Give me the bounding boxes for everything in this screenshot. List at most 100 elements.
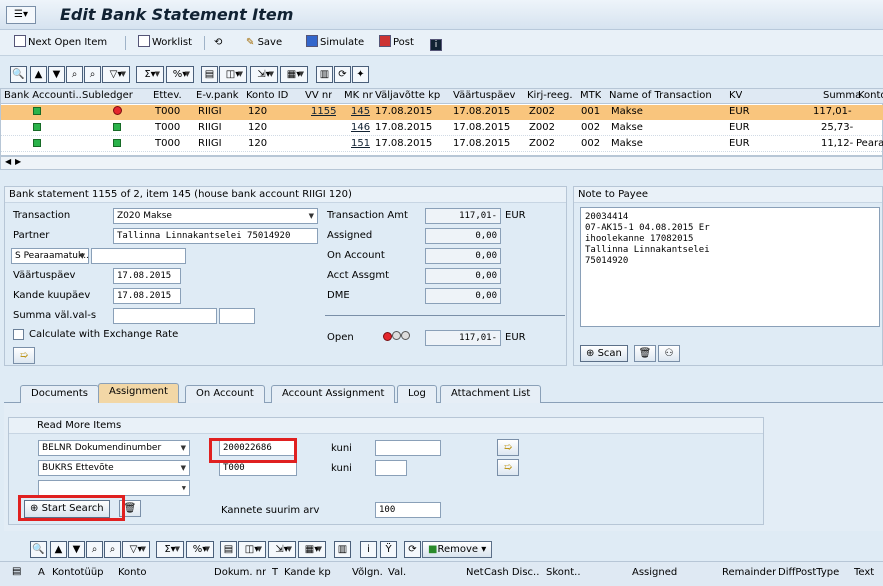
find-next-icon[interactable]: ⌕ [104,541,121,558]
column-header[interactable]: Val. [388,567,406,578]
subtotal-icon[interactable]: %▾ [186,541,214,558]
next-open-item-button[interactable]: Next Open Item [14,35,107,51]
layout-icon[interactable]: ▦▾ [298,541,326,558]
tab-log[interactable]: Log [397,385,437,403]
column-header[interactable]: E-v.pank [196,90,239,101]
value-date-field[interactable]: 17.08.2015 [113,268,181,284]
tab-documents[interactable]: Documents [20,385,100,403]
column-header[interactable]: Võlgn. [352,567,383,578]
tab-account-assignment[interactable]: Account Assignment [271,385,396,403]
column-header[interactable]: Name of Transaction [609,90,712,101]
column-header[interactable]: Kande kp [284,567,331,578]
table-row[interactable]: T000 RIIGI 120 146 17.08.2015 17.08.2015… [1,121,883,136]
column-header[interactable]: Dokum. nr [214,567,266,578]
sort-asc-icon[interactable]: ▲ [30,66,47,83]
find-icon[interactable]: ⌕ [86,541,103,558]
exchange-rate-checkbox[interactable] [13,329,24,340]
find-icon[interactable]: ⌕ [66,66,83,83]
column-header[interactable]: MK nr [344,90,373,101]
sum-icon[interactable]: Σ▾ [136,66,164,83]
cell-mk-link[interactable]: 151 [351,138,370,149]
note-text-area[interactable]: 20034414 07-AK15-1 04.08.2015 Er ihoolek… [580,207,880,327]
field3-dropdown[interactable] [38,480,190,496]
foreign-currency-field[interactable] [219,308,255,324]
find-next-icon[interactable]: ⌕ [84,66,101,83]
details-icon[interactable]: 🔍 [10,66,27,83]
menu-icon[interactable]: ☰▾ [6,6,36,24]
export-icon[interactable]: ⇲▾ [250,66,278,83]
view-icon[interactable]: ◫▾ [238,541,266,558]
table-row[interactable]: T000 RIIGI 120 1155 145 17.08.2015 17.08… [1,105,883,120]
view-icon[interactable]: ◫▾ [219,66,247,83]
column-header[interactable]: Assigned [632,567,677,578]
layout-icon[interactable]: ▦▾ [280,66,308,83]
cell-mk-link[interactable]: 145 [351,106,370,117]
document-number-to-field[interactable] [375,440,441,456]
column-header[interactable]: T [272,567,278,578]
horizontal-scrollbar[interactable]: ◀ ▶ [0,156,883,170]
sort-desc-icon[interactable]: ▼ [68,541,85,558]
history-button[interactable]: ⟲ [214,35,222,51]
assign-arrow-icon[interactable]: ➯ [13,347,35,364]
tab-on-account[interactable]: On Account [185,385,265,403]
scroll-left-icon[interactable]: ◀ [5,157,11,166]
column-header[interactable]: Konto ID [246,90,288,101]
sort-desc-icon[interactable]: ▼ [48,66,65,83]
translate-icon[interactable]: ⚇ [658,345,680,362]
column-header[interactable]: VV nr [305,90,332,101]
settings-icon[interactable]: ✦ [352,66,369,83]
column-header[interactable]: Cash Disc.. [484,567,539,578]
sort-asc-icon[interactable]: ▲ [50,541,67,558]
column-header[interactable]: Väärtuspäev [453,90,515,101]
print-icon[interactable]: ▤ [201,66,218,83]
cell-vv-link[interactable]: 1155 [311,106,336,117]
subtotal-icon[interactable]: %▾ [166,66,194,83]
column-header[interactable]: A [38,567,45,578]
column-header[interactable]: Text [854,567,874,578]
column-header[interactable]: Bank Accounti.. [4,90,82,101]
field2-dropdown[interactable]: BUKRS Ettevõte [38,460,190,476]
graphic-icon[interactable]: ▥ [316,66,333,83]
details-icon[interactable]: 🔍 [30,541,47,558]
column-header[interactable]: DiffPostType [778,567,839,578]
account-field[interactable] [91,248,186,264]
tab-assignment[interactable]: Assignment [98,383,179,404]
filter-clear-icon[interactable]: Ÿ [380,541,397,558]
account-type-dropdown[interactable]: S Pearaamatuk.. [11,248,89,264]
column-header[interactable]: Remainder [722,567,776,578]
column-header[interactable]: Kontotüüp [52,567,104,578]
partner-field[interactable]: Tallinna Linnakantselei 75014920 [113,228,318,244]
delete-icon[interactable]: 🗑 [634,345,656,362]
remove-button[interactable]: ■Remove ▾ [422,541,493,558]
info-icon[interactable]: i [360,541,377,558]
info-button[interactable]: i [430,35,444,51]
column-header[interactable]: Ettev. [153,90,182,101]
company-code-to-field[interactable] [375,460,407,476]
refresh-icon[interactable]: ⟳ [404,541,421,558]
multiple-selection-icon[interactable]: ➯ [497,459,519,476]
export-icon[interactable]: ⇲▾ [268,541,296,558]
max-entries-field[interactable]: 100 [375,502,441,518]
filter-icon[interactable]: ▽▾ [122,541,150,558]
column-header[interactable]: Väljavõtte kp [375,90,440,101]
cell-mk-link[interactable]: 146 [351,122,370,133]
column-header[interactable]: Kirj-reeg. [527,90,573,101]
save-button[interactable]: ✎ Save [246,35,282,51]
column-header[interactable]: Summa [823,90,861,101]
column-header[interactable]: Konto [858,90,883,101]
foreign-amount-field[interactable] [113,308,217,324]
scan-button[interactable]: ⊕ Scan [580,345,628,362]
select-all-icon[interactable]: ▤ [12,566,21,577]
simulate-button[interactable]: Simulate [306,35,364,51]
column-header[interactable]: Konto [118,567,147,578]
tab-attachment-list[interactable]: Attachment List [440,385,542,403]
filter-icon[interactable]: ▽▾ [102,66,130,83]
field1-dropdown[interactable]: BELNR Dokumendinumber [38,440,190,456]
multiple-selection-icon[interactable]: ➯ [497,439,519,456]
post-button[interactable]: Post [379,35,414,51]
worklist-button[interactable]: Worklist [138,35,192,51]
column-header[interactable]: Net [466,567,484,578]
transaction-dropdown[interactable]: Z020 Makse [113,208,318,224]
posting-date-field[interactable]: 17.08.2015 [113,288,181,304]
table-row[interactable]: T000 RIIGI 120 151 17.08.2015 17.08.2015… [1,137,883,152]
